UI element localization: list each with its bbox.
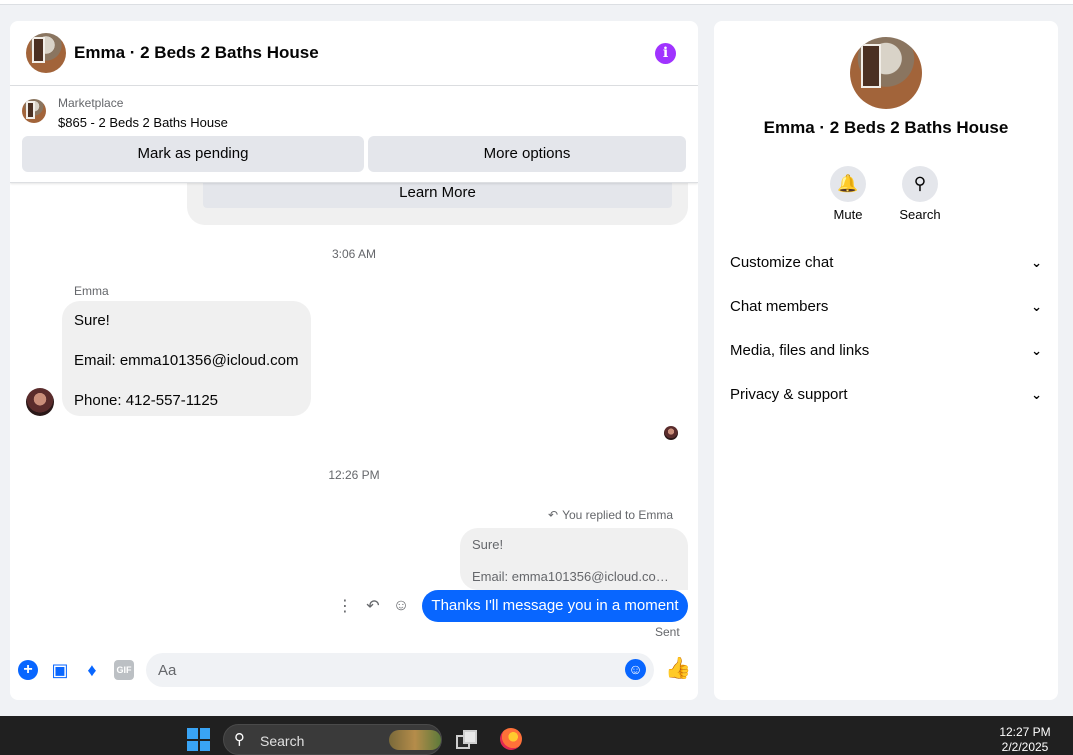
- message-input[interactable]: [146, 653, 654, 687]
- section-label: Media, files and links: [730, 342, 870, 359]
- timestamp: 3:06 AM: [331, 247, 377, 261]
- firefox-icon[interactable]: [500, 728, 522, 750]
- marketplace-label: Marketplace: [58, 96, 124, 110]
- message-actions: ⋮ ↶ ☺: [336, 595, 410, 617]
- section-chat-members[interactable]: Chat members ⌄: [730, 285, 1042, 329]
- chat-header: Emma · 2 Beds 2 Baths House i: [10, 21, 698, 86]
- quoted-line: Sure!: [472, 537, 504, 552]
- mute-button[interactable]: 🔔: [830, 166, 866, 202]
- section-privacy-support[interactable]: Privacy & support ⌄: [730, 373, 1042, 417]
- chat-avatar[interactable]: [26, 33, 66, 73]
- quoted-message[interactable]: Sure! Email: emma101356@icloud.com ...: [460, 528, 688, 590]
- section-media-files-links[interactable]: Media, files and links ⌄: [730, 329, 1042, 373]
- marketplace-banner: Marketplace $865 - 2 Beds 2 Baths House …: [10, 86, 698, 183]
- timestamp: 12:26 PM: [328, 468, 380, 482]
- mark-pending-button[interactable]: Mark as pending: [22, 136, 364, 172]
- reply-icon: ↶: [548, 508, 559, 522]
- profile-avatar[interactable]: [850, 37, 922, 109]
- chat-title[interactable]: Emma · 2 Beds 2 Baths House: [74, 43, 319, 63]
- more-options-button[interactable]: More options: [368, 136, 686, 172]
- thumbs-up-icon[interactable]: 👍: [665, 657, 691, 681]
- more-vertical-icon[interactable]: ⋮: [336, 596, 354, 616]
- message-line: Sure!: [74, 312, 110, 329]
- browser-top-strip: [0, 0, 1073, 5]
- taskbar-search[interactable]: ⚲ Search: [223, 724, 442, 755]
- conversation-info-panel: Emma · 2 Beds 2 Baths House 🔔 Mute ⚲ Sea…: [714, 21, 1058, 700]
- chevron-down-icon: ⌄: [1031, 299, 1042, 314]
- taskbar-search-label: Search: [260, 733, 305, 749]
- chevron-down-icon: ⌄: [1031, 255, 1042, 270]
- image-icon[interactable]: ▣: [50, 660, 70, 680]
- chat-panel: Emma · 2 Beds 2 Baths House i Marketplac…: [10, 21, 698, 700]
- listing-title[interactable]: $865 - 2 Beds 2 Baths House: [58, 115, 228, 130]
- section-customize-chat[interactable]: Customize chat ⌄: [730, 241, 1042, 285]
- chevron-down-icon: ⌄: [1031, 343, 1042, 358]
- message-line: Email: emma101356@icloud.com: [74, 352, 299, 369]
- clock-time: 12:27 PM: [999, 725, 1051, 739]
- clock-date: 2/2/2025: [1001, 740, 1049, 754]
- search-icon: ⚲: [234, 731, 245, 748]
- composer: + ▣ ♦ GIF ☺ 👍: [10, 651, 698, 691]
- search-button[interactable]: ⚲: [902, 166, 938, 202]
- gif-icon[interactable]: GIF: [114, 660, 134, 680]
- file-explorer-icon[interactable]: [456, 730, 478, 749]
- windows-start-icon[interactable]: [187, 728, 210, 751]
- profile-name: Emma · 2 Beds 2 Baths House: [763, 118, 1009, 137]
- section-label: Customize chat: [730, 254, 834, 271]
- message-line: Phone: 412-557-1125: [74, 392, 219, 409]
- system-clock[interactable]: 12:27 PM 2/2/2025: [980, 725, 1070, 755]
- sent-status: Sent: [655, 625, 680, 639]
- read-receipt-avatar: [664, 426, 678, 440]
- windows-taskbar: ⚲ Search 12:27 PM 2/2/2025: [0, 716, 1073, 755]
- search-icon: ⚲: [913, 174, 927, 193]
- bell-icon: 🔔: [837, 174, 859, 193]
- chevron-down-icon: ⌄: [1031, 387, 1042, 402]
- plus-icon[interactable]: +: [18, 660, 38, 680]
- outgoing-message[interactable]: Thanks I'll message you in a moment: [422, 590, 688, 622]
- incoming-message[interactable]: Sure! Email: emma101356@icloud.com Phone…: [62, 301, 311, 416]
- search-highlight-image: [389, 730, 441, 750]
- emoji-icon[interactable]: ☺: [625, 659, 646, 680]
- section-label: Chat members: [730, 298, 829, 315]
- sticker-icon[interactable]: ♦: [82, 660, 102, 680]
- listing-thumbnail[interactable]: [22, 99, 46, 123]
- replied-label: ↶ You replied to Emma: [548, 508, 673, 522]
- sender-name: Emma: [74, 284, 109, 298]
- react-emoji-icon[interactable]: ☺: [392, 597, 410, 615]
- sender-avatar[interactable]: [26, 388, 54, 416]
- search-label: Search: [899, 207, 941, 222]
- section-label: Privacy & support: [730, 386, 848, 403]
- reply-icon[interactable]: ↶: [364, 596, 382, 616]
- quoted-line: Email: emma101356@icloud.com ...: [472, 569, 676, 584]
- mute-label: Mute: [833, 207, 863, 222]
- replied-text: You replied to Emma: [562, 508, 674, 522]
- info-icon[interactable]: i: [655, 43, 676, 64]
